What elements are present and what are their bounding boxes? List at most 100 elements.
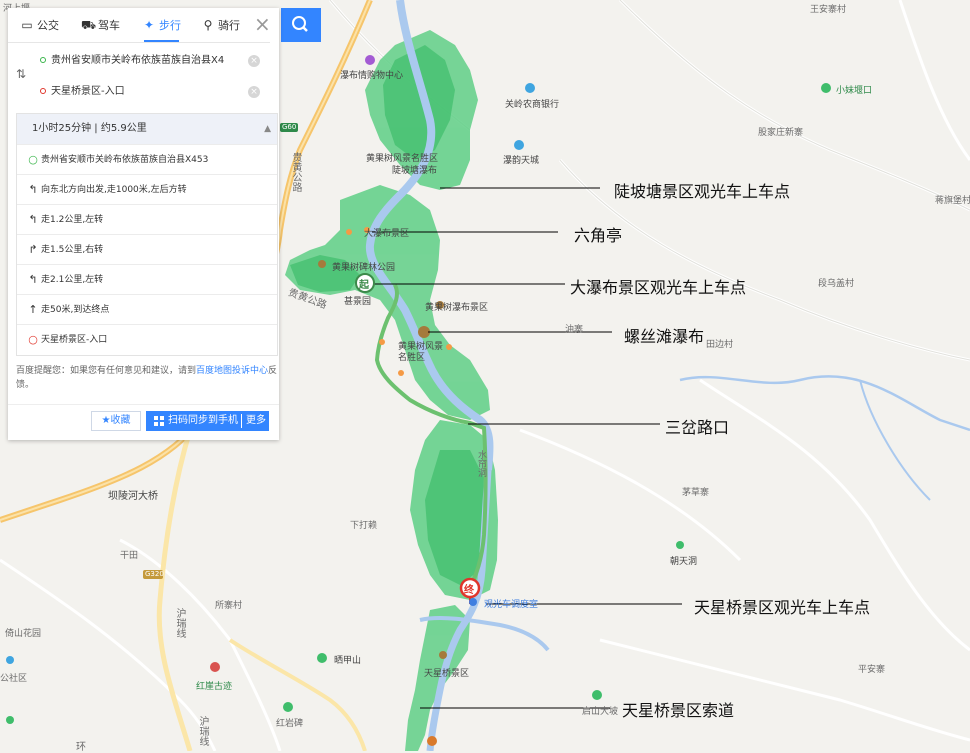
map-label: 水帘洞 xyxy=(476,450,486,477)
swap-icon[interactable]: ⇅ xyxy=(16,67,26,81)
map-label: 沪瑞线 xyxy=(197,716,208,746)
divider xyxy=(241,414,242,428)
map-label: 朝天洞 xyxy=(670,557,698,567)
close-icon[interactable]: × xyxy=(254,14,271,34)
favorite-label: 收藏 xyxy=(110,415,131,426)
more-button[interactable]: 更多 xyxy=(246,411,266,431)
route-step[interactable]: ↰ 向东北方向出发,走1000米,左后方转 xyxy=(17,174,277,205)
annotation-cableway: 天星桥景区索道 xyxy=(622,701,735,720)
end-marker-label: 终 xyxy=(464,585,474,596)
route-step[interactable]: ○ 贵州省安顺市关岭布依族苗族自治县X453 xyxy=(17,144,277,175)
bus-icon: ▭ xyxy=(21,18,33,32)
car-icon: ⛟ xyxy=(81,18,97,32)
start-field[interactable]: 贵州省安顺市关岭布依族苗族自治县X4 × xyxy=(34,50,260,72)
turn-left-icon: ↰ xyxy=(28,183,38,196)
search-icon xyxy=(292,16,308,32)
turn-left-icon: ↰ xyxy=(28,213,38,226)
tab-bus[interactable]: ▭ 公交 xyxy=(20,8,59,42)
end-dot-icon xyxy=(40,88,46,94)
map-label: 沪瑞线 xyxy=(174,608,185,638)
route-summary-text: 1小时25分钟 | 约5.9公里 xyxy=(32,123,147,134)
map-label: 蒋旗堡村 xyxy=(935,196,970,206)
route-step[interactable]: ↰ 走1.2公里,左转 xyxy=(17,204,277,235)
travel-mode-tabs: ▭ 公交 ⛟ 驾车 ✦ 步行 ⚲ 骑行 × xyxy=(8,8,271,43)
map-label: 晒甲山 xyxy=(334,656,362,666)
route-step[interactable]: ○ 天星桥景区-入口 xyxy=(17,324,277,355)
map-label: 下打赖 xyxy=(350,521,378,531)
map-label: 瀑布情购物中心 xyxy=(340,71,404,81)
start-dot-icon xyxy=(40,57,46,63)
start-value: 贵州省安顺市关岭布依族苗族自治县X4 xyxy=(51,55,225,66)
annotation-doupotang-shuttle: 陡坡塘景区观光车上车点 xyxy=(614,182,791,201)
map-label: 公社区 xyxy=(0,674,28,684)
tab-walk[interactable]: ✦ 步行 xyxy=(142,8,181,42)
map-label: 段乌盖村 xyxy=(818,279,855,289)
end-field[interactable]: 天星桥景区-入口 × xyxy=(34,81,260,103)
step-text: 走1.2公里,左转 xyxy=(41,215,104,225)
favorite-button[interactable]: ★收藏 xyxy=(91,411,141,431)
step-text: 走50米,到达终点 xyxy=(41,305,110,315)
map-label: 王安寨村 xyxy=(810,5,847,15)
tab-drive[interactable]: ⛟ 驾车 xyxy=(81,8,120,42)
route-step[interactable]: ↱ 走1.5公里,右转 xyxy=(17,234,277,265)
map-label: 关岭农商银行 xyxy=(505,100,560,110)
map-label: 油寨 xyxy=(565,325,584,335)
route-step[interactable]: ↰ 走2.1公里,左转 xyxy=(17,264,277,295)
annotation-sancha: 三岔路口 xyxy=(665,418,730,437)
sync-to-phone-button[interactable]: 扫码同步到手机 更多 xyxy=(146,411,269,431)
notice-text: 百度提醒您：如果您有任何意见和建议，请到 xyxy=(16,366,197,376)
map-label: 黄果树风景名胜区 xyxy=(398,342,444,363)
tab-label: 骑行 xyxy=(218,19,240,32)
step-text: 走2.1公里,左转 xyxy=(41,275,104,285)
map-label: 小妹堰口 xyxy=(836,86,873,96)
map-label: 茅草寨 xyxy=(682,488,710,498)
action-row: ★收藏 扫码同步到手机 更多 xyxy=(8,404,279,441)
tab-label: 驾车 xyxy=(98,19,120,32)
feedback-notice: 百度提醒您：如果您有任何意见和建议，请到百度地图投诉中心反馈。 xyxy=(16,364,278,392)
map-label: 瀑韵天城 xyxy=(503,156,540,166)
shield-g60: G60 xyxy=(282,123,297,131)
map-label: 红崖古迹 xyxy=(196,682,233,692)
turn-left-icon: ↰ xyxy=(28,273,38,286)
start-marker-label: 起 xyxy=(359,280,369,291)
step-text: 向东北方向出发,走1000米,左后方转 xyxy=(41,185,187,195)
tab-bike[interactable]: ⚲ 骑行 xyxy=(201,8,240,42)
map-label: 甚景园 xyxy=(344,297,372,307)
map-label: 田边村 xyxy=(706,340,734,350)
annotation-liujiaoting: 六角亭 xyxy=(574,226,623,245)
route-step[interactable]: ↑ 走50米,到达终点 xyxy=(17,294,277,325)
map-label: 所寨村 xyxy=(215,601,243,611)
map-label: 黄果树瀑布景区 xyxy=(425,303,489,313)
annotation-dapubu-shuttle: 大瀑布景区观光车上车点 xyxy=(570,278,747,297)
annotation-tianxingqiao-shuttle: 天星桥景区观光车上车点 xyxy=(694,598,871,617)
route-steps: 1小时25分钟 | 约5.9公里 ▲ ○ 贵州省安顺市关岭布依族苗族自治县X45… xyxy=(16,113,278,356)
step-text: 贵州省安顺市关岭布依族苗族自治县X453 xyxy=(41,155,209,165)
map-label: 股家庄新寨 xyxy=(758,128,804,138)
map-label: 平安寨 xyxy=(858,665,886,675)
shield-g320: G320 xyxy=(145,570,164,578)
map-label: 红岩碑 xyxy=(276,719,304,729)
turn-right-icon: ↱ xyxy=(28,243,38,256)
route-summary[interactable]: 1小时25分钟 | 约5.9公里 ▲ xyxy=(17,114,277,144)
map-label: 启山大坡 xyxy=(582,707,619,717)
clear-start-icon[interactable]: × xyxy=(248,55,260,67)
clear-end-icon[interactable]: × xyxy=(248,86,260,98)
map-label: 干田 xyxy=(120,551,139,561)
map-label: 倚山花园 xyxy=(5,629,42,639)
tab-label: 步行 xyxy=(159,19,181,32)
collapse-icon[interactable]: ▲ xyxy=(264,114,271,144)
end-dot-icon: ○ xyxy=(28,333,38,346)
complaint-link[interactable]: 百度地图投诉中心 xyxy=(196,366,268,376)
route-inputs: ⇅ 贵州省安顺市关岭布依族苗族自治县X4 × 天星桥景区-入口 × xyxy=(8,42,270,106)
tab-label: 公交 xyxy=(37,19,59,32)
map-label: 黄果树碑林公园 xyxy=(332,263,396,273)
search-button[interactable] xyxy=(281,8,321,42)
route-panel: ▭ 公交 ⛟ 驾车 ✦ 步行 ⚲ 骑行 × ⇅ 贵州省安顺市关岭布依族苗族自治县X4 ×… xyxy=(8,8,279,440)
sync-label: 扫码同步到手机 xyxy=(168,415,238,426)
step-text: 走1.5公里,右转 xyxy=(41,245,104,255)
step-text: 天星桥景区-入口 xyxy=(41,335,108,345)
map-label: 坝陵河大桥 xyxy=(108,491,158,502)
map-label: 贵黄公路 xyxy=(290,152,301,192)
map-label: 陡坡塘瀑布 xyxy=(392,166,438,176)
map-label: 观光车调度室 xyxy=(484,600,539,610)
